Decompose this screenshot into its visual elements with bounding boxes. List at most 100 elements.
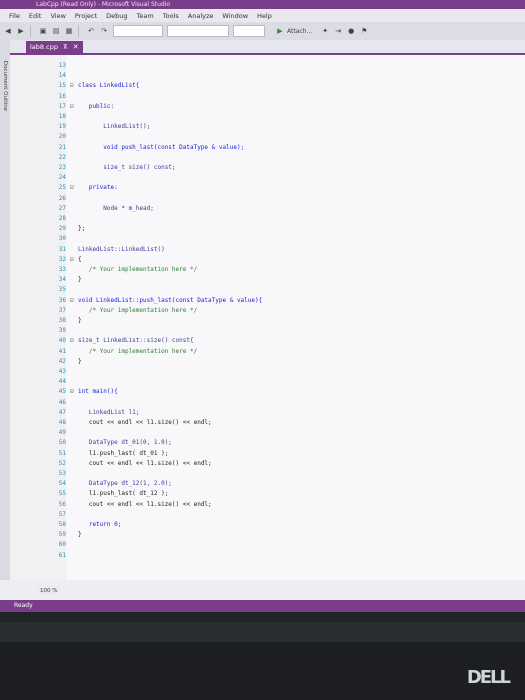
code-line[interactable]: 45 ⊟ int main(){ <box>52 387 118 397</box>
code-line[interactable]: 51 l1.push_last( dt_01 ); <box>52 449 169 459</box>
code-line[interactable]: 42} <box>52 357 82 367</box>
save-icon[interactable]: ▦ <box>64 26 74 36</box>
code-line[interactable]: 20 <box>52 132 78 142</box>
code-line[interactable]: 27 Node * m_head; <box>52 204 154 214</box>
fold-toggle-icon[interactable]: ⊟ <box>70 255 78 265</box>
menu-file[interactable]: File <box>9 12 20 20</box>
code-line[interactable]: 37 /* Your implementation here */ <box>52 306 197 316</box>
code-line[interactable]: 36 ⊟ void LinkedList::push_last(const Data… <box>52 296 262 306</box>
code-line[interactable]: 57 <box>52 510 78 520</box>
zoom-level[interactable]: 100 % <box>38 588 60 594</box>
fold-toggle-icon[interactable]: ⊟ <box>70 183 78 193</box>
menu-help[interactable]: Help <box>257 12 272 20</box>
code-line[interactable]: 49 <box>52 428 78 438</box>
code-line[interactable]: 41 /* Your implementation here */ <box>52 347 197 357</box>
code-line[interactable]: 40 ⊟ size_t LinkedList::size() const{ <box>52 336 194 346</box>
code-text: public: <box>78 102 115 110</box>
screen: LabCpp (Read Only) - Microsoft Visual St… <box>0 0 525 622</box>
document-outline-tab[interactable]: Document Outline <box>0 46 10 126</box>
code-line[interactable]: 53 <box>52 469 78 479</box>
menu-team[interactable]: Team <box>137 12 154 20</box>
code-line[interactable]: 31 LinkedList::LinkedList() <box>52 245 165 255</box>
code-line[interactable]: 28 <box>52 214 78 224</box>
code-line[interactable]: 56 cout << endl << l1.size() << endl; <box>52 500 212 510</box>
code-line[interactable]: 54 DataType dt_12(1, 2.0); <box>52 479 172 489</box>
code-line[interactable]: 29}; <box>52 224 85 234</box>
code-line[interactable]: 59} <box>52 530 82 540</box>
fold-toggle-icon[interactable]: ⊟ <box>70 387 78 397</box>
file-explorer-icon[interactable]: ▆ <box>146 618 164 623</box>
line-number: 17 <box>58 102 66 110</box>
menu-window[interactable]: Window <box>222 12 248 20</box>
fold-toggle-icon[interactable]: ⊟ <box>70 102 78 112</box>
flame-icon[interactable]: ✦ <box>320 26 330 36</box>
windows-start-icon[interactable]: ⊞ <box>26 618 44 623</box>
code-line[interactable]: 43 <box>52 367 78 377</box>
code-line[interactable]: 35 <box>52 285 78 295</box>
code-line[interactable]: 21 void push_last(const DataType & value… <box>52 143 244 153</box>
code-line[interactable]: 13 <box>52 61 78 71</box>
code-line[interactable]: 55 l1.push_last( dt_12 ); <box>52 489 169 499</box>
open-icon[interactable]: ▤ <box>51 26 61 36</box>
code-line[interactable]: 30 <box>52 234 78 244</box>
code-line[interactable]: 18 <box>52 112 78 122</box>
code-line[interactable]: 14 <box>52 71 78 81</box>
line-number: 22 <box>58 153 66 161</box>
code-line[interactable]: 23 size_t size() const; <box>52 163 176 173</box>
code-line[interactable]: 15 ⊟ class LinkedList{ <box>52 81 140 91</box>
task-view-icon[interactable]: ▭ <box>86 618 104 623</box>
step-icon[interactable]: ⇥ <box>333 26 343 36</box>
code-line[interactable]: 46 <box>52 398 78 408</box>
code-line[interactable]: 24 <box>52 173 78 183</box>
line-number: 44 <box>58 378 66 386</box>
code-line[interactable]: 50 DataType dt_01(0, 1.0); <box>52 438 172 448</box>
menu-view[interactable]: View <box>50 12 65 20</box>
menu-project[interactable]: Project <box>75 12 97 20</box>
code-line[interactable]: 26 <box>52 194 78 204</box>
edge-browser-icon[interactable]: e <box>116 618 134 623</box>
close-icon[interactable]: ✕ <box>73 41 79 53</box>
attach-button[interactable]: Attach... <box>287 28 312 35</box>
code-line[interactable]: 47 LinkedList l1; <box>52 408 140 418</box>
code-line[interactable]: 19 LinkedList(); <box>52 122 150 132</box>
code-line[interactable]: 32 ⊟{ <box>52 255 82 265</box>
redo-icon[interactable]: ↷ <box>99 26 109 36</box>
code-line[interactable]: 17 ⊟ public: <box>52 102 114 112</box>
fold-toggle-icon[interactable]: ⊟ <box>70 81 78 91</box>
code-line[interactable]: 39 <box>52 326 78 336</box>
menu-analyze[interactable]: Analyze <box>188 12 214 20</box>
code-line[interactable]: 33 /* Your implementation here */ <box>52 265 197 275</box>
code-line[interactable]: 34} <box>52 275 82 285</box>
fold-toggle-icon[interactable]: ⊟ <box>70 296 78 306</box>
code-line[interactable]: 60 <box>52 540 78 550</box>
undo-icon[interactable]: ↶ <box>86 26 96 36</box>
pin-icon[interactable]: ⊼ <box>63 41 68 53</box>
code-line[interactable]: 61 <box>52 551 78 561</box>
code-line[interactable]: 25 ⊟ private: <box>52 183 118 193</box>
fold-toggle-icon[interactable]: ⊟ <box>70 336 78 346</box>
code-line[interactable]: 38} <box>52 316 82 326</box>
bookmark-icon[interactable]: ⚑ <box>359 26 369 36</box>
new-project-icon[interactable]: ▣ <box>38 26 48 36</box>
code-line[interactable]: 52 cout << endl << l1.size() << endl; <box>52 459 212 469</box>
platform-select[interactable] <box>167 25 229 37</box>
code-line[interactable]: 44 <box>52 377 78 387</box>
code-line[interactable]: 22 <box>52 153 78 163</box>
back-icon[interactable]: ◀ <box>3 26 13 36</box>
play-icon[interactable]: ▶ <box>275 26 285 36</box>
code-text: cout << endl << l1.size() << endl; <box>78 459 212 467</box>
code-line[interactable]: 48 cout << endl << l1.size() << endl; <box>52 418 212 428</box>
breakpoint-icon[interactable]: ● <box>346 26 356 36</box>
forward-icon[interactable]: ▶ <box>16 26 26 36</box>
search-icon[interactable]: ⌕ <box>56 618 74 622</box>
code-line[interactable]: 16 <box>52 92 78 102</box>
menu-edit[interactable]: Edit <box>29 12 42 20</box>
tab-lab8[interactable]: lab8.cpp ⊼ ✕ <box>26 41 83 53</box>
menu-debug[interactable]: Debug <box>106 12 127 20</box>
code-line[interactable]: 58 return 0; <box>52 520 122 530</box>
line-number: 52 <box>58 459 66 467</box>
startup-select[interactable] <box>233 25 265 37</box>
configuration-select[interactable] <box>113 25 163 37</box>
menu-tools[interactable]: Tools <box>163 12 179 20</box>
visual-studio-icon[interactable]: ◩ <box>176 618 194 623</box>
